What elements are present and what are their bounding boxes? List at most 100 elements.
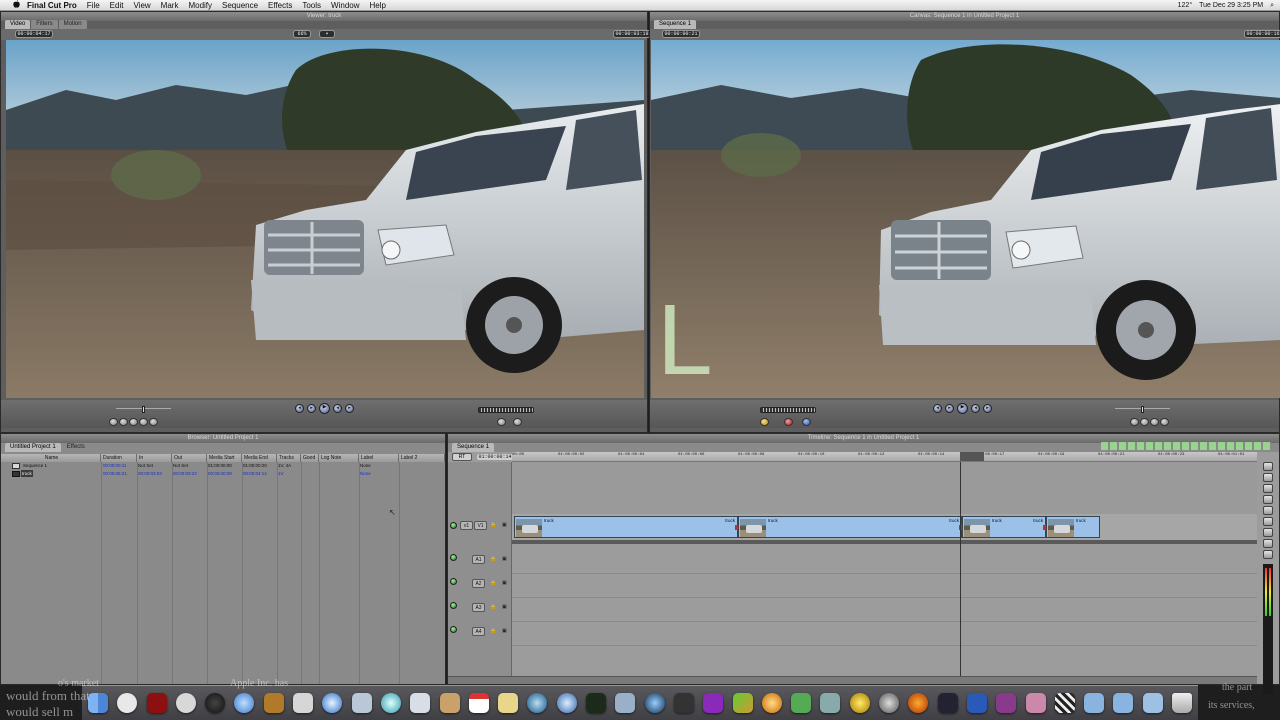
- table-row[interactable]: Sequence 1 00:00:00:11 Not Set Not Set 0…: [1, 462, 445, 470]
- canvas-video-frame[interactable]: L: [651, 40, 1280, 398]
- canvas-insert-button[interactable]: [760, 418, 769, 426]
- table-row[interactable]: truck 00:00:06:21 00:00:03:03 00:00:03:2…: [1, 470, 445, 478]
- canvas-play-button[interactable]: ▶: [957, 403, 968, 414]
- tab-sequence-1[interactable]: Sequence 1: [654, 20, 697, 29]
- ichat-icon[interactable]: [380, 693, 401, 713]
- finder-icon[interactable]: [88, 693, 108, 713]
- column-media-start[interactable]: Media Start: [207, 454, 242, 462]
- status-temperature[interactable]: 122°: [1178, 0, 1192, 11]
- viewer-play-around-button[interactable]: ◂: [333, 404, 342, 413]
- tab-motion[interactable]: Motion: [58, 20, 87, 29]
- lock-icon[interactable]: 🔒: [490, 628, 496, 634]
- column-duration[interactable]: Duration: [101, 454, 137, 462]
- canvas-add-marker-button[interactable]: [1150, 418, 1159, 426]
- itunes-icon[interactable]: [234, 693, 255, 713]
- autoselect-icon[interactable]: ▣: [502, 522, 507, 528]
- canvas-add-keyframe-button[interactable]: [1160, 418, 1169, 426]
- menu-tools[interactable]: Tools: [297, 0, 326, 11]
- tool-crop-button[interactable]: [1263, 539, 1273, 548]
- viewer-next-edit-button[interactable]: ▸: [345, 404, 354, 413]
- viewer-add-keyframe-button[interactable]: [139, 418, 148, 426]
- canvas-play-around-button[interactable]: ◂: [971, 404, 980, 413]
- viewer-prev-edit-button[interactable]: ◂: [295, 404, 304, 413]
- menu-window[interactable]: Window: [326, 0, 364, 11]
- canvas-overwrite-button[interactable]: [784, 418, 793, 426]
- viewer-duration-timecode[interactable]: 00:00:04:17: [15, 30, 53, 38]
- track-label-v1[interactable]: V1: [474, 521, 487, 530]
- clapper-icon[interactable]: [1054, 693, 1075, 713]
- viewer-play-button[interactable]: ▶: [319, 403, 330, 414]
- autoselect-icon[interactable]: ▣: [502, 628, 507, 634]
- column-media-end[interactable]: Media End: [242, 454, 277, 462]
- tab-untitled-project-1[interactable]: Untitled Project 1: [5, 443, 61, 452]
- firefox-icon[interactable]: [908, 693, 929, 713]
- menu-mark[interactable]: Mark: [156, 0, 184, 11]
- canvas-duration-timecode[interactable]: 00:00:00:21: [662, 30, 700, 38]
- viewer-match-button[interactable]: [497, 418, 506, 426]
- photos-icon[interactable]: [615, 693, 636, 713]
- track-label-a2[interactable]: A2: [472, 579, 485, 588]
- timeline-clip[interactable]: truck truck: [514, 516, 738, 538]
- frames-icon[interactable]: [996, 693, 1017, 713]
- timeline-clip[interactable]: truck truck: [962, 516, 1046, 538]
- menu-effects[interactable]: Effects: [263, 0, 297, 11]
- ical-icon[interactable]: [468, 693, 489, 713]
- waveform-icon[interactable]: [937, 693, 958, 713]
- playhead[interactable]: [960, 462, 961, 676]
- tab-timeline-sequence-1[interactable]: Sequence 1: [452, 443, 495, 452]
- address-book-icon[interactable]: [439, 693, 460, 713]
- track-visibility-toggle[interactable]: [450, 522, 457, 529]
- folder-icon[interactable]: [1084, 693, 1105, 713]
- video-icon[interactable]: [673, 693, 694, 713]
- column-log-note[interactable]: Log Note: [319, 454, 359, 462]
- tool-pen-button[interactable]: [1263, 550, 1273, 559]
- canvas-current-timecode[interactable]: 00:00:00:16: [1244, 30, 1280, 38]
- track-audibility-toggle[interactable]: [450, 602, 457, 609]
- track-audibility-toggle[interactable]: [450, 554, 457, 561]
- viewer-mark-in-button[interactable]: [119, 418, 128, 426]
- viewer-view-popup[interactable]: ▾: [319, 30, 335, 38]
- preview-icon[interactable]: [410, 693, 431, 713]
- tool-selection-button[interactable]: [1263, 462, 1273, 471]
- timeline-clip[interactable]: truck: [1046, 516, 1100, 538]
- canvas-next-edit-button[interactable]: ▸: [983, 404, 992, 413]
- network-icon[interactable]: [879, 693, 900, 713]
- viewer-match-frame-button[interactable]: [109, 418, 118, 426]
- quicktime-icon[interactable]: [527, 693, 548, 713]
- dvd-icon[interactable]: [644, 693, 665, 713]
- autoselect-icon[interactable]: ▣: [502, 580, 507, 586]
- photo-booth-icon[interactable]: [146, 693, 167, 713]
- tool-track-select-button[interactable]: [1263, 484, 1273, 493]
- column-in[interactable]: In: [137, 454, 172, 462]
- menu-final-cut-pro[interactable]: Final Cut Pro: [22, 0, 82, 11]
- activity-monitor-icon[interactable]: [586, 693, 607, 713]
- timeline-current-timecode[interactable]: 01:00:00:14: [476, 453, 514, 461]
- lock-icon[interactable]: 🔒: [490, 522, 496, 528]
- viewer-mark-out-button[interactable]: [129, 418, 138, 426]
- green-check-icon[interactable]: [791, 693, 812, 713]
- motion-icon[interactable]: [761, 693, 782, 713]
- safari2-icon[interactable]: [556, 693, 577, 713]
- color-app-icon[interactable]: [732, 693, 753, 713]
- video-audio-divider[interactable]: [512, 540, 1257, 544]
- canvas-replace-button[interactable]: [802, 418, 811, 426]
- status-clock[interactable]: Tue Dec 29 3:25 PM: [1199, 0, 1263, 11]
- viewer-video-frame[interactable]: [6, 40, 644, 398]
- soundtrack-icon[interactable]: [849, 693, 870, 713]
- tool-edit-selection-button[interactable]: [1263, 473, 1273, 482]
- track-label-a3[interactable]: A3: [472, 603, 485, 612]
- compressor-icon[interactable]: [820, 693, 841, 713]
- imovie-icon[interactable]: [293, 693, 314, 713]
- canvas-mark-in-button[interactable]: [1130, 418, 1139, 426]
- notes-icon[interactable]: [498, 693, 519, 713]
- menu-sequence[interactable]: Sequence: [217, 0, 263, 11]
- source-patch-v1[interactable]: v1: [460, 521, 473, 530]
- canvas-jog-control[interactable]: [760, 407, 816, 413]
- purple-app-icon[interactable]: [703, 693, 724, 713]
- column-name[interactable]: Name: [1, 454, 101, 462]
- menu-edit[interactable]: Edit: [105, 0, 129, 11]
- viewer-current-timecode[interactable]: 00:00:03:19: [613, 30, 651, 38]
- tool-zoom-button[interactable]: [1263, 528, 1273, 537]
- tab-effects[interactable]: Effects: [61, 443, 90, 452]
- column-label[interactable]: Label: [359, 454, 399, 462]
